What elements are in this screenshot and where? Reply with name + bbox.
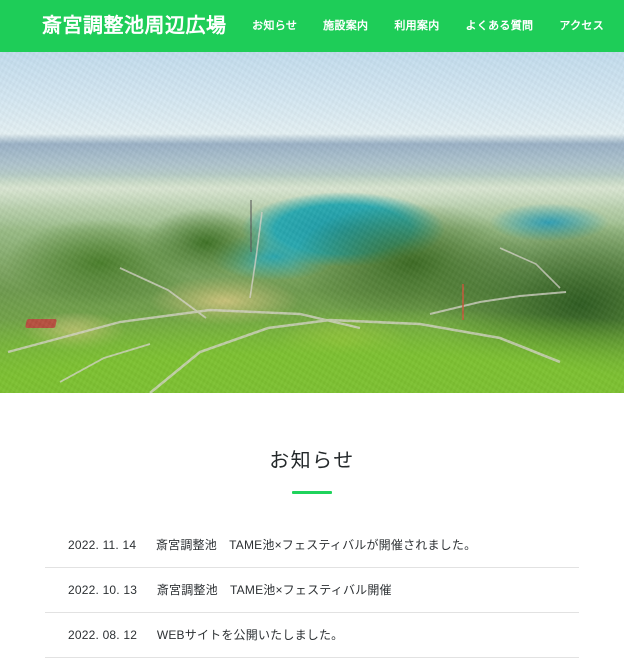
news-section-title: お知らせ bbox=[269, 450, 355, 472]
news-list-item: 2022. 08. 12 WEBサイトを公開いたしました。 bbox=[45, 613, 579, 658]
nav-item-faq[interactable]: よくある質問 bbox=[464, 17, 536, 36]
news-section: お知らせ 2022. 11. 14 斎宮調整池 TAME池×フェスティバルが開催… bbox=[0, 393, 624, 658]
site-header: 斎宮調整池周辺広場 お知らせ 施設案内 利用案内 よくある質問 アクセス bbox=[0, 0, 624, 52]
news-item-title: WEBサイトを公開いたしました。 bbox=[156, 628, 344, 642]
news-item-date: 2022. 10. 13 bbox=[68, 583, 138, 597]
hero-building-roof bbox=[25, 319, 57, 328]
hero-transmission-tower-icon bbox=[250, 200, 252, 252]
news-list: 2022. 11. 14 斎宮調整池 TAME池×フェスティバルが開催されました… bbox=[45, 523, 579, 658]
news-item-link[interactable]: 2022. 10. 13 斎宮調整池 TAME池×フェスティバル開催 bbox=[45, 568, 579, 612]
nav-item-access[interactable]: アクセス bbox=[557, 17, 606, 36]
nav-item-facilities[interactable]: 施設案内 bbox=[321, 17, 370, 36]
nav-item-usage[interactable]: 利用案内 bbox=[392, 17, 441, 36]
hero-slider[interactable] bbox=[0, 52, 624, 393]
news-item-date: 2022. 11. 14 bbox=[68, 538, 137, 552]
news-item-title: 斎宮調整池 TAME池×フェスティバルが開催されました。 bbox=[155, 538, 477, 552]
hero-road-overlay bbox=[7, 211, 567, 393]
news-item-title: 斎宮調整池 TAME池×フェスティバル開催 bbox=[156, 583, 392, 597]
news-section-header: お知らせ bbox=[0, 449, 624, 494]
hero-crane-icon bbox=[462, 284, 464, 320]
news-list-item: 2022. 11. 14 斎宮調整池 TAME池×フェスティバルが開催されました… bbox=[45, 523, 579, 568]
hero-image bbox=[0, 52, 624, 393]
news-list-item: 2022. 10. 13 斎宮調整池 TAME池×フェスティバル開催 bbox=[45, 568, 579, 613]
main-navigation: お知らせ 施設案内 利用案内 よくある質問 アクセス bbox=[250, 0, 606, 52]
news-item-date: 2022. 08. 12 bbox=[68, 628, 138, 642]
title-underline bbox=[292, 491, 332, 494]
nav-item-news[interactable]: お知らせ bbox=[250, 17, 299, 36]
news-item-link[interactable]: 2022. 08. 12 WEBサイトを公開いたしました。 bbox=[45, 613, 579, 657]
news-item-link[interactable]: 2022. 11. 14 斎宮調整池 TAME池×フェスティバルが開催されました… bbox=[45, 523, 579, 567]
site-logo[interactable]: 斎宮調整池周辺広場 bbox=[42, 16, 227, 36]
